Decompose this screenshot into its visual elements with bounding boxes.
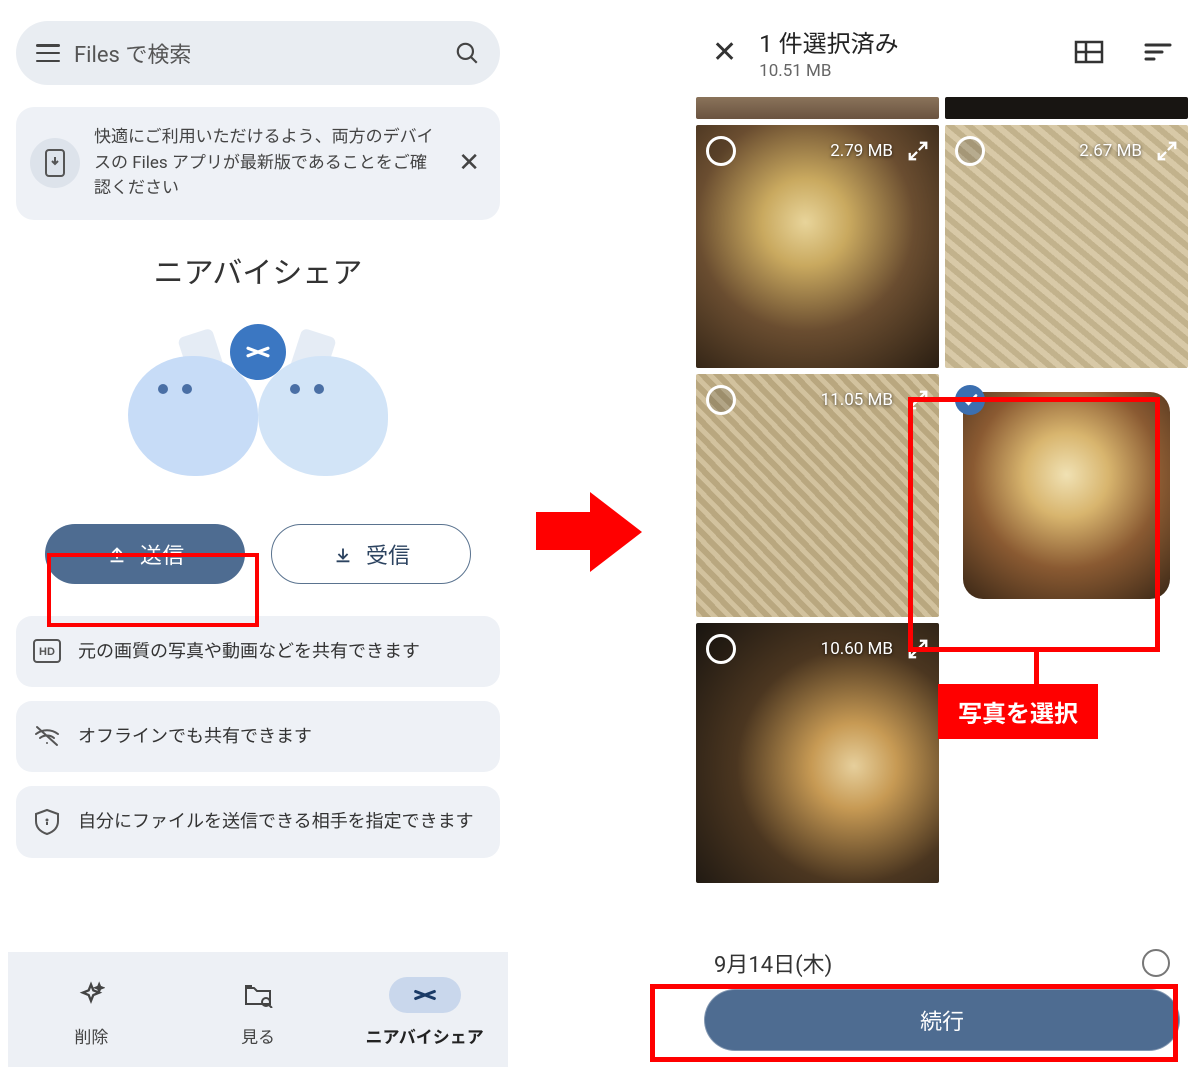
nav-share-label: ニアバイシェア [365, 1023, 483, 1048]
feature-offline-text: オフラインでも共有できます [78, 723, 312, 750]
search-bar[interactable]: Files で検索 [16, 21, 500, 85]
photo-grid: 2.79 MB 2.67 MB [692, 97, 1192, 935]
feature-privacy: 自分にファイルを送信できる相手を指定できます [16, 786, 500, 858]
date-label: 9月14日(木) [714, 947, 832, 979]
hd-icon: HD [32, 639, 62, 663]
nearby-share-icon [230, 324, 286, 380]
update-notice: 快適にご利用いただけるよう、両方のデバイスの Files アプリが最新版であるこ… [16, 107, 500, 220]
shield-icon [32, 808, 62, 836]
date-section-header[interactable]: 9月14日(木) [692, 939, 1192, 983]
photo-thumbnail[interactable] [696, 97, 939, 119]
expand-icon[interactable] [907, 638, 929, 660]
photo-thumbnail-selected[interactable] [945, 374, 1188, 617]
picker-header: ✕ 1 件選択済み 10.51 MB [692, 7, 1192, 97]
notice-text: 快適にご利用いただけるよう、両方のデバイスの Files アプリが最新版であるこ… [94, 125, 438, 202]
nearby-share-nav-icon [389, 977, 461, 1013]
search-placeholder: Files で検索 [74, 37, 440, 69]
photo-picker-screen: ✕ 1 件選択済み 10.51 MB 2.79 MB [692, 7, 1192, 1067]
checkmark-icon[interactable] [955, 385, 985, 415]
send-button[interactable]: 送信 [45, 524, 245, 584]
selection-circle-icon[interactable] [706, 136, 736, 166]
close-icon[interactable]: ✕ [452, 142, 486, 184]
file-size: 10.60 MB [821, 639, 893, 659]
file-size: 11.05 MB [821, 390, 893, 410]
close-icon[interactable]: ✕ [712, 35, 737, 70]
feature-offline: オフラインでも共有できます [16, 701, 500, 772]
device-download-icon [30, 138, 80, 188]
annotation-connector [1034, 650, 1039, 686]
nav-browse[interactable]: 見る [175, 977, 340, 1048]
select-all-circle-icon[interactable] [1142, 949, 1170, 977]
search-icon[interactable] [454, 40, 480, 66]
nav-clean-label: 削除 [74, 1023, 108, 1048]
selection-count: 1 件選択済み [759, 24, 1052, 59]
selection-circle-icon[interactable] [706, 634, 736, 664]
file-size: 2.67 MB [1079, 141, 1142, 161]
folder-search-icon [222, 977, 294, 1013]
page-title: ニアバイシェア [8, 248, 508, 292]
nearby-share-illustration [8, 306, 508, 506]
file-size: 2.79 MB [830, 141, 893, 161]
menu-icon[interactable] [36, 44, 60, 62]
photo-thumbnail[interactable]: 2.79 MB [696, 125, 939, 368]
bottom-navigation: 削除 見る ニアバイシェア [8, 952, 508, 1067]
continue-button-label: 続行 [920, 1004, 964, 1036]
expand-icon[interactable] [907, 140, 929, 162]
feature-hd-text: 元の画質の写真や動画などを共有できます [78, 638, 420, 665]
selection-circle-icon[interactable] [706, 385, 736, 415]
sparkle-icon [55, 977, 127, 1013]
files-app-screen: Files で検索 快適にご利用いただけるよう、両方のデバイスの Files ア… [8, 7, 508, 1067]
selection-size: 10.51 MB [759, 61, 1052, 81]
photo-thumbnail[interactable]: 10.60 MB [696, 623, 939, 883]
photo-thumbnail[interactable] [945, 97, 1188, 119]
expand-icon[interactable] [907, 389, 929, 411]
continue-button[interactable]: 続行 [704, 989, 1180, 1051]
receive-button[interactable]: 受信 [271, 524, 471, 584]
annotation-callout: 写真を選択 [938, 684, 1098, 739]
photo-thumbnail[interactable]: 11.05 MB [696, 374, 939, 617]
selection-circle-icon[interactable] [955, 136, 985, 166]
wifi-off-icon [32, 724, 62, 748]
sort-icon[interactable] [1144, 41, 1172, 63]
send-button-label: 送信 [140, 538, 184, 570]
list-view-icon[interactable] [1074, 39, 1104, 65]
feature-hd: HD 元の画質の写真や動画などを共有できます [16, 616, 500, 687]
photo-thumbnail[interactable]: 2.67 MB [945, 125, 1188, 368]
nav-nearby-share[interactable]: ニアバイシェア [342, 977, 507, 1048]
feature-privacy-text: 自分にファイルを送信できる相手を指定できます [78, 808, 474, 835]
svg-text:HD: HD [39, 646, 55, 658]
tutorial-arrow-icon [520, 470, 640, 590]
expand-icon[interactable] [1156, 140, 1178, 162]
receive-button-label: 受信 [366, 538, 410, 570]
nav-clean[interactable]: 削除 [9, 977, 174, 1048]
action-buttons: 送信 受信 [8, 524, 508, 584]
nav-browse-label: 見る [241, 1023, 275, 1048]
